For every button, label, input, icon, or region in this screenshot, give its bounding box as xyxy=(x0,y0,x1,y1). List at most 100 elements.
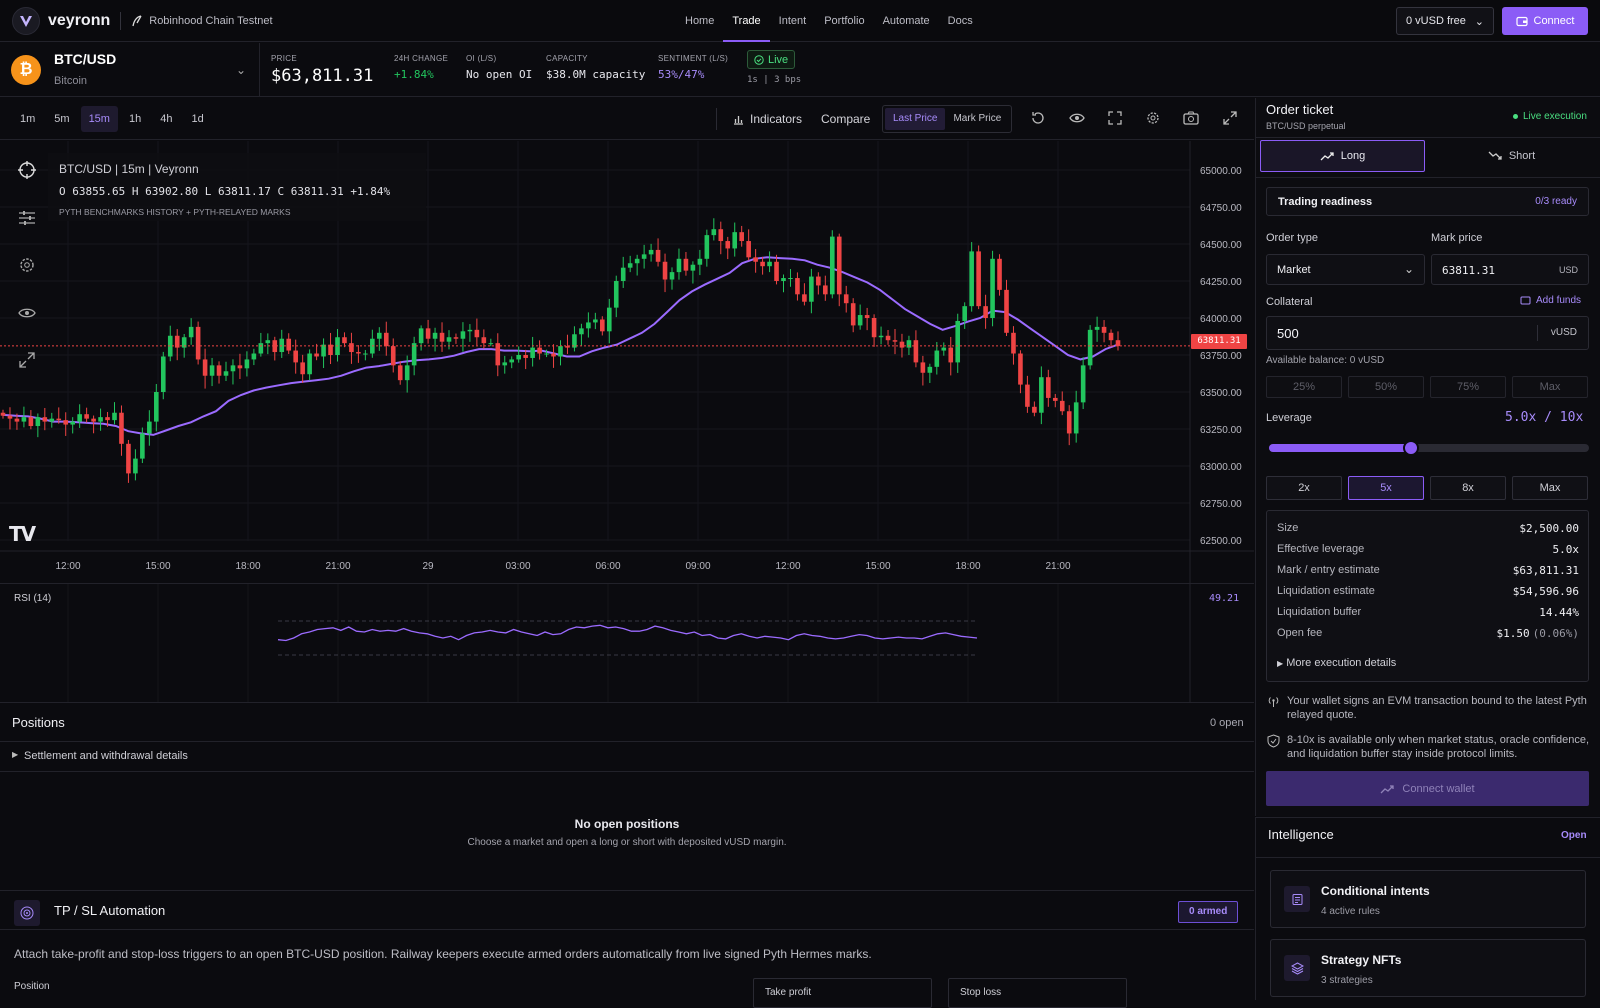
data-source: PYTH BENCHMARKS HISTORY + PYTH-RELAYED M… xyxy=(59,207,291,217)
wallet-icon xyxy=(1515,16,1528,27)
candle-body xyxy=(300,362,305,375)
long-tab[interactable]: Long xyxy=(1260,140,1425,172)
camera-icon[interactable] xyxy=(1182,109,1200,127)
nav-automate[interactable]: Automate xyxy=(874,0,939,42)
last-price-tab[interactable]: Last Price xyxy=(885,108,946,130)
strategy-nfts-card[interactable]: Strategy NFTs 3 strategies xyxy=(1270,939,1586,997)
lev-8x-button[interactable]: 8x xyxy=(1430,476,1506,500)
candle-body xyxy=(934,350,940,367)
summary-value: $63,811.31 xyxy=(1512,564,1579,577)
conditional-intents-card[interactable]: Conditional intents 4 active rules xyxy=(1270,870,1586,928)
candle-body xyxy=(1011,332,1016,354)
gear-icon[interactable] xyxy=(1144,109,1162,127)
readiness-box[interactable]: Trading readiness 0/3 ready xyxy=(1266,187,1589,216)
balance-value: 0 vUSD free xyxy=(1406,15,1466,27)
card-title: Conditional intents xyxy=(1321,884,1430,898)
tf-1m[interactable]: 1m xyxy=(12,106,43,132)
summary-value: 14.44% xyxy=(1539,606,1579,619)
candle-body xyxy=(28,417,34,427)
balance-select[interactable]: 0 vUSD free ⌄ xyxy=(1396,7,1494,35)
mark-price-tab[interactable]: Mark Price xyxy=(945,108,1009,130)
connect-button[interactable]: Connect xyxy=(1502,7,1588,35)
candle-body xyxy=(91,418,96,422)
summary-row-size: Size $2,500.00 xyxy=(1277,522,1579,535)
candle-body xyxy=(523,355,528,358)
market-bar: ₿ BTC/USD Bitcoin ⌄ PRICE $63,811.31 24H… xyxy=(0,43,1600,97)
veyronn-logo-icon xyxy=(12,6,40,35)
logo[interactable]: veyronn xyxy=(12,6,111,35)
candle-body xyxy=(154,392,159,422)
candle-body xyxy=(697,258,703,265)
y-tick-label: 63750.00 xyxy=(1200,351,1242,362)
wallet-icon xyxy=(1520,296,1531,305)
pair-selector[interactable]: ₿ BTC/USD Bitcoin ⌄ xyxy=(0,43,260,97)
connect-wallet-button[interactable]: Connect wallet xyxy=(1266,771,1589,806)
leverage-slider[interactable] xyxy=(1269,440,1589,456)
tf-1d[interactable]: 1d xyxy=(183,106,211,132)
lev-2x-button[interactable]: 2x xyxy=(1266,476,1342,500)
compare-button[interactable]: Compare xyxy=(821,106,870,132)
gear-icon[interactable] xyxy=(18,256,36,274)
candle-body xyxy=(133,458,138,474)
positions-title: Positions xyxy=(12,715,65,730)
nav-docs[interactable]: Docs xyxy=(939,0,982,42)
lev-max-button[interactable]: Max xyxy=(1512,476,1588,500)
tf-15m[interactable]: 15m xyxy=(80,105,118,132)
stop-loss-box[interactable]: Stop loss xyxy=(948,978,1127,1008)
candle-body xyxy=(195,326,201,360)
rsi-line xyxy=(277,624,978,642)
wallet-note: Your wallet signs an EVM transaction bou… xyxy=(1287,695,1587,721)
candle-body xyxy=(49,418,55,422)
more-details-toggle[interactable]: ▶ More execution details xyxy=(1277,657,1396,669)
card-title: Strategy NFTs xyxy=(1321,953,1402,967)
eye-icon[interactable] xyxy=(17,304,37,322)
pct-max-button[interactable]: Max xyxy=(1512,376,1588,398)
add-funds-button[interactable]: Add funds xyxy=(1520,295,1581,306)
order-type-select[interactable]: Market ⌄ xyxy=(1266,254,1425,285)
leverage-note: 8-10x is available only when market stat… xyxy=(1287,734,1590,760)
resize-icon[interactable] xyxy=(18,351,36,369)
candle-body xyxy=(223,371,229,376)
candle-body xyxy=(474,329,480,338)
nav-home[interactable]: Home xyxy=(676,0,723,42)
short-tab[interactable]: Short xyxy=(1428,140,1595,172)
feather-icon xyxy=(132,14,142,26)
nav-trade[interactable]: Trade xyxy=(723,0,770,42)
pct-75-button[interactable]: 75% xyxy=(1430,376,1506,398)
tpsl-header: TP / SL Automation 0 armed xyxy=(0,892,1254,930)
candle-body xyxy=(42,417,48,422)
pct-25-button[interactable]: 25% xyxy=(1266,376,1342,398)
reset-icon[interactable] xyxy=(1029,109,1047,127)
candle-body xyxy=(990,258,995,318)
take-profit-box[interactable]: Take profit xyxy=(753,978,932,1008)
candle-body xyxy=(530,347,535,358)
crosshair-icon[interactable] xyxy=(16,159,38,181)
candle-body xyxy=(251,353,257,360)
nav-portfolio[interactable]: Portfolio xyxy=(815,0,873,42)
sentiment-stat: SENTIMENT (L/S) 53%/47% xyxy=(658,54,728,81)
intelligence-open-link[interactable]: Open xyxy=(1561,830,1587,841)
candle-body xyxy=(927,366,933,373)
tf-5m[interactable]: 5m xyxy=(46,106,77,132)
tf-1h[interactable]: 1h xyxy=(121,106,149,132)
sliders-icon[interactable] xyxy=(18,210,36,226)
connect-label: Connect xyxy=(1533,15,1575,27)
candle-body xyxy=(774,261,779,281)
eye-icon[interactable] xyxy=(1068,109,1086,127)
price-chart[interactable]: 65000.00 64750.00 64500.00 64250.00 64000.00… xyxy=(0,141,1254,583)
nav-intent[interactable]: Intent xyxy=(770,0,816,42)
armed-badge: 0 armed xyxy=(1178,901,1239,923)
expand-icon[interactable] xyxy=(1221,109,1239,127)
fullscreen-icon[interactable] xyxy=(1106,109,1124,127)
collateral-input[interactable]: 500 vUSD xyxy=(1266,316,1589,350)
candle-body xyxy=(383,332,389,347)
lev-5x-button[interactable]: 5x xyxy=(1348,476,1424,500)
brand-name: veyronn xyxy=(48,11,111,29)
pct-50-button[interactable]: 50% xyxy=(1348,376,1424,398)
tf-4h[interactable]: 4h xyxy=(152,106,180,132)
candle-body xyxy=(209,365,215,376)
leverage-slider-thumb[interactable] xyxy=(1403,440,1420,456)
indicators-button[interactable]: Indicators xyxy=(733,106,802,132)
candle-body xyxy=(453,337,459,339)
settlement-disclosure[interactable]: ▶ Settlement and withdrawal details xyxy=(0,742,1254,772)
